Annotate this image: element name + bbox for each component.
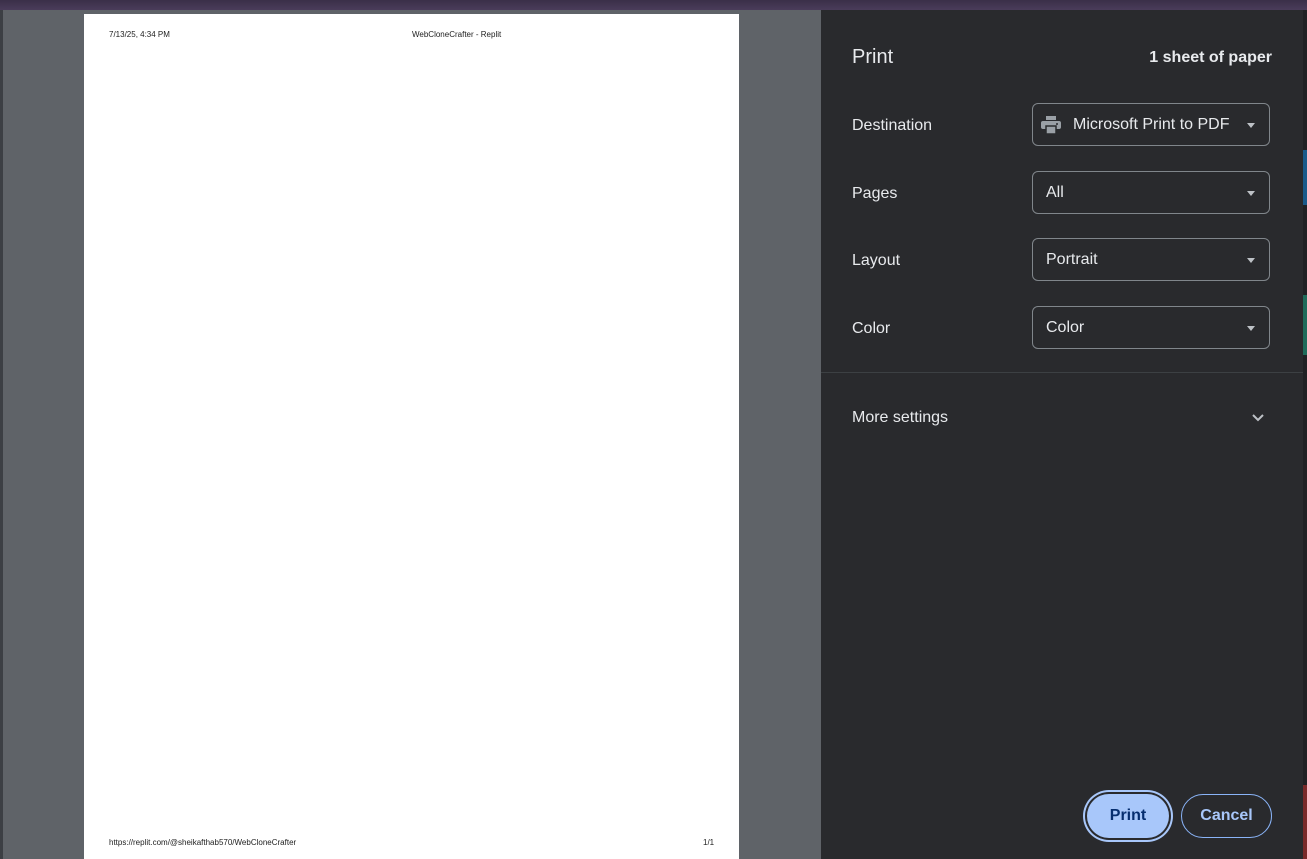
print-button[interactable]: Print — [1087, 794, 1169, 838]
page-footer-url: https://replit.com/@sheikafthab570/WebCl… — [109, 838, 297, 847]
layout-select[interactable]: Portrait — [1032, 238, 1270, 281]
chevron-down-icon — [1247, 326, 1255, 331]
background-window-edge — [1303, 10, 1307, 859]
layout-value: Portrait — [1046, 251, 1098, 268]
preview-left-edge — [0, 10, 3, 859]
sheet-count: 1 sheet of paper — [1149, 49, 1272, 66]
page-footer-number: 1/1 — [703, 838, 715, 847]
destination-label: Destination — [852, 117, 933, 134]
chevron-down-icon — [1247, 258, 1255, 263]
page-header-date: 7/13/25, 4:34 PM — [109, 30, 170, 39]
destination-value: Microsoft Print to PDF — [1073, 116, 1230, 133]
print-settings-panel: Print 1 sheet of paper Destination Micro… — [821, 10, 1303, 859]
preview-page: 7/13/25, 4:34 PM WebCloneCrafter - Repli… — [84, 14, 739, 859]
color-label: Color — [852, 320, 891, 337]
chevron-down-icon — [1247, 191, 1255, 196]
more-settings-toggle[interactable]: More settings — [852, 409, 948, 427]
window-top-strip — [0, 0, 1307, 10]
destination-select[interactable]: Microsoft Print to PDF — [1032, 103, 1270, 146]
panel-title: Print — [852, 46, 894, 68]
background-window-accent — [1303, 150, 1307, 205]
layout-label: Layout — [852, 252, 901, 269]
color-select[interactable]: Color — [1032, 306, 1270, 349]
color-value: Color — [1046, 319, 1085, 336]
expand-chevron-icon[interactable] — [1251, 411, 1265, 425]
pages-select[interactable]: All — [1032, 171, 1270, 214]
pages-label: Pages — [852, 185, 898, 202]
section-divider — [821, 372, 1303, 373]
printer-icon — [1041, 116, 1061, 134]
background-window-accent — [1303, 295, 1307, 355]
cancel-button[interactable]: Cancel — [1181, 794, 1272, 838]
page-header-title: WebCloneCrafter - Replit — [412, 30, 502, 39]
background-window-accent — [1303, 785, 1307, 859]
chevron-down-icon — [1247, 123, 1255, 128]
pages-value: All — [1046, 184, 1064, 201]
